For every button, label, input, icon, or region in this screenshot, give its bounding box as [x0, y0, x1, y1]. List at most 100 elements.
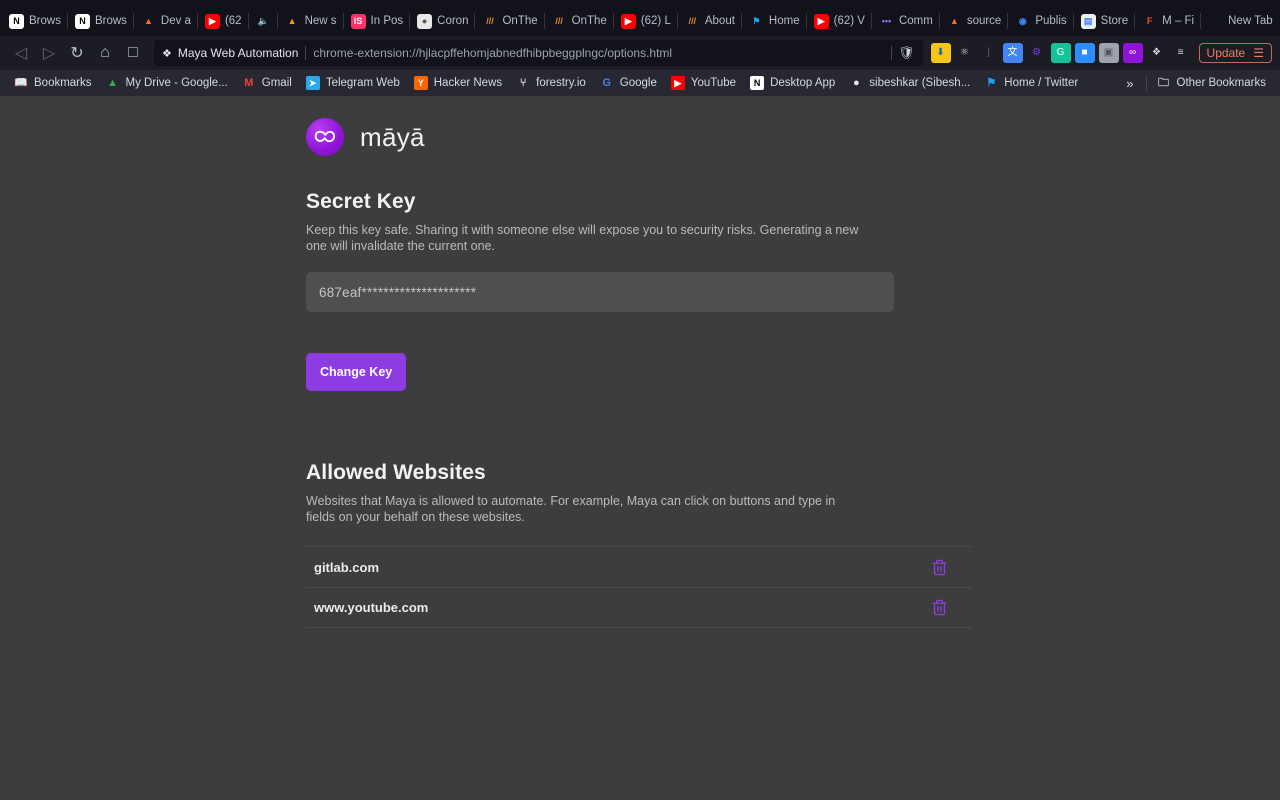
secret-key-input[interactable]: 687eaf********************* — [306, 272, 894, 312]
bookmark-item[interactable]: ● sibeshkar (Sibesh... — [843, 74, 976, 92]
browser-tab[interactable]: 🔈 — [247, 6, 278, 36]
tab-label: Home — [768, 15, 800, 27]
browser-tab[interactable]: ▶ (62) V — [805, 6, 872, 36]
cloud-icon: ▲ — [287, 15, 297, 26]
chrome-icon: ◉ — [1018, 15, 1027, 26]
idm-download-icon[interactable]: ⬇ — [930, 43, 951, 63]
bookmark-item[interactable]: ▶ YouTube — [665, 74, 742, 92]
browser-tab[interactable]: ▲ Dev a — [132, 6, 198, 36]
browser-tab[interactable]: ▶ (62) L — [612, 6, 678, 36]
maya-extension-icon[interactable]: ∞ — [1122, 43, 1143, 63]
book-icon: 📖 — [14, 76, 28, 89]
bookmark-item[interactable]: ⑂ forestry.io — [510, 74, 592, 92]
other-bookmarks-folder[interactable]: 🗀 Other Bookmarks — [1151, 74, 1272, 92]
youtube-icon: ▶ — [813, 13, 829, 29]
tab-label: Coron — [437, 15, 469, 27]
tab-label: Dev a — [160, 15, 191, 27]
bookmark-label: Gmail — [261, 77, 292, 89]
bookmark-item[interactable]: M Gmail — [236, 74, 298, 92]
update-button[interactable]: Update ☰ — [1198, 43, 1272, 63]
mute-icon: 🔈 — [257, 15, 269, 26]
browser-tab[interactable]: ••• Comm — [870, 6, 940, 36]
navigation-toolbar: ◁ ▷ ↻ ⌂ □ ❖ Maya Web Automation chrome-e… — [0, 36, 1280, 70]
store-icon: ▤ — [1080, 13, 1096, 29]
browser-tab[interactable]: N Brows — [2, 6, 68, 36]
bookmark-icon[interactable]: □ — [120, 40, 146, 66]
none-icon — [1208, 14, 1223, 29]
back-icon[interactable]: ◁ — [8, 40, 34, 66]
browser-tab[interactable]: ▲ New s — [276, 6, 344, 36]
change-key-button[interactable]: Change Key — [306, 353, 407, 391]
bookmarks-overflow-button[interactable]: » — [1118, 76, 1141, 91]
browser-tab[interactable]: N Brows — [66, 6, 134, 36]
bookmark-item[interactable]: ▲ My Drive - Google... — [100, 74, 234, 92]
js-extension-icon[interactable]: ʃ — [979, 43, 999, 63]
browser-tab[interactable]: /// OnThe — [474, 6, 544, 36]
reading-list-icon[interactable]: ≡ — [1171, 43, 1191, 63]
extension-origin-chip: ❖ Maya Web Automation — [162, 46, 298, 60]
home-icon[interactable]: ⌂ — [92, 40, 118, 66]
zoom-icon[interactable]: ■ — [1074, 43, 1095, 63]
extension-name: Maya Web Automation — [177, 46, 299, 60]
allowed-website-row: www.youtube.com — [306, 587, 972, 628]
bookmarks-divider — [1145, 75, 1147, 91]
browser-tab[interactable]: New Tab — [1200, 6, 1280, 36]
gmail-icon: M — [244, 76, 254, 89]
omnibox-actions: 🛡 — [891, 45, 915, 61]
forward-icon[interactable]: ▷ — [36, 40, 62, 66]
bookmark-label: forestry.io — [536, 77, 586, 89]
extension-toolbar: ⬇ ⚛ ʃ 文 ⚙ G ■ ▣ ∞ ❖ ≡ — [930, 43, 1191, 63]
browser-tab[interactable]: F M – Fi — [1134, 6, 1201, 36]
delete-website-button[interactable] — [931, 559, 948, 576]
twitter-icon: ⚑ — [752, 15, 761, 26]
slashes-icon: /// — [555, 15, 563, 26]
folder-icon: 🗀 — [1158, 76, 1170, 89]
browser-tab[interactable]: /// About — [676, 6, 742, 36]
bookmark-item[interactable]: ⚑ Home / Twitter — [978, 74, 1084, 92]
browser-tab[interactable]: ◉ Publis — [1007, 6, 1073, 36]
update-button-label: Update — [1206, 46, 1246, 60]
brave-shield-icon[interactable]: 🛡 — [898, 45, 915, 61]
browser-tab[interactable]: /// OnThe — [543, 6, 614, 36]
allowed-websites-title: Allowed Websites — [306, 461, 486, 484]
tab-label: Publis — [1035, 15, 1067, 27]
grammarly-icon[interactable]: G — [1050, 43, 1071, 63]
bookmark-label: Bookmarks — [34, 77, 92, 89]
tab-label: In Pos — [370, 15, 404, 27]
bookmarks-bar: 📖 Bookmarks ▲ My Drive - Google... M Gmail ➤ Te… — [0, 70, 1280, 96]
tab-label: (62) L — [640, 15, 671, 27]
invision-icon: iS — [350, 13, 366, 29]
google-translate-icon[interactable]: 文 — [1002, 43, 1023, 63]
corona-icon: ● — [417, 13, 433, 29]
dots-icon: ••• — [881, 15, 892, 26]
youtube-icon: ▶ — [670, 76, 685, 90]
browser-tab[interactable]: ▤ Store — [1072, 6, 1136, 36]
google-drive-icon: ▲ — [107, 76, 118, 89]
bookmark-item[interactable]: Y Hacker News — [408, 74, 508, 92]
bookmark-item[interactable]: N Desktop App — [744, 74, 841, 92]
bookmark-item[interactable]: G Google — [594, 74, 663, 92]
settings-gear-icon[interactable]: ⚙ — [1027, 43, 1047, 63]
heart-infinity-glyph — [314, 130, 336, 143]
browser-tab[interactable]: ▲ source — [938, 6, 1009, 36]
extensions-puzzle-icon[interactable]: ❖ — [1147, 43, 1167, 63]
browser-tab[interactable]: ▶ (62 — [196, 6, 249, 36]
browser-chrome: N Brows N Brows ▲ Dev a ▶ (62 🔈 ▲ New s iS In Pos ● Co… — [0, 0, 1280, 96]
delete-website-button[interactable] — [931, 599, 948, 616]
unknown-extension-icon[interactable]: ▣ — [1098, 43, 1119, 63]
options-content: māyā Secret Key Keep this key safe. Shar… — [306, 118, 1006, 628]
browser-menu-icon[interactable]: ☰ — [1253, 46, 1264, 60]
secret-key-description: Keep this key safe. Sharing it with some… — [306, 223, 859, 253]
address-bar[interactable]: ❖ Maya Web Automation chrome-extension:/… — [154, 40, 923, 66]
bookmark-item[interactable]: ➤ Telegram Web — [300, 74, 406, 92]
react-devtools-icon[interactable]: ⚛ — [955, 43, 975, 63]
github-icon: ● — [852, 76, 860, 89]
bookmark-item[interactable]: 📖 Bookmarks — [8, 74, 98, 92]
browser-tab[interactable]: ⚑ Home — [740, 6, 807, 36]
bookmark-label: YouTube — [690, 77, 737, 89]
browser-tab[interactable]: ● Coron — [409, 6, 475, 36]
slashes-icon: /// — [486, 15, 494, 26]
browser-tab[interactable]: iS In Pos — [342, 6, 411, 36]
twitter-icon: ⚑ — [986, 76, 997, 89]
reload-icon[interactable]: ↻ — [64, 40, 90, 66]
